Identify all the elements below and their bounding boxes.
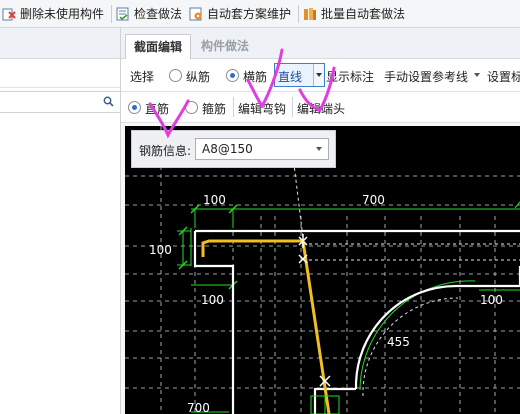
dimension-text: 100 [201,293,224,307]
chevron-down-icon[interactable] [316,147,322,151]
edit-hook-button[interactable]: 编辑弯钩 [238,100,286,117]
delete-unused-label: 删除未使用构件 [20,7,105,21]
dimension-lines [177,201,520,413]
straight-rebar-label: 直筋 [145,102,170,116]
auto-scheme-icon [189,7,202,20]
dimension-text: 100 [480,293,503,307]
search-icon[interactable] [103,96,114,107]
transverse-rebar-radio[interactable] [226,69,239,82]
search-input[interactable] [0,91,120,113]
check-method-button[interactable]: 检查做法 [114,0,187,27]
rebar-info-dropdown[interactable]: A8@150 [195,138,329,160]
edit-end-button[interactable]: 编辑端头 [297,100,345,117]
edit-toolbar-row-2: 直筋 箍筋 编辑弯钩 编辑端头 [121,92,520,123]
delete-unused-button[interactable]: 删除未使用构件 [0,0,109,27]
dimension-text: 100 [149,243,172,257]
rebar-dashed-trace [292,155,520,397]
editor-tabs: 截面编辑 构件做法 [121,28,520,59]
stirrup-label: 箍筋 [202,102,227,116]
select-button[interactable]: 选择 [130,68,154,85]
dimension-text: 100 [203,193,226,207]
left-panel-toolbar [0,59,120,88]
longitudinal-rebar-label: 纵筋 [186,70,211,84]
batch-auto-label: 批量自动套做法 [321,7,406,21]
rebar-info-label: 钢筋信息: [139,144,192,158]
tab-section-edit[interactable]: 截面编辑 [125,34,192,59]
auto-scheme-label: 自动套方案维护 [207,7,292,21]
section-drawing-canvas[interactable]: 100 700 100 100 100 455 700 钢筋信息: A8@150 [125,126,520,414]
section-editor-panel: 截面编辑 构件做法 选择 纵筋 横筋 直线 显示标注 手动设置参考线 设置标 直… [121,28,520,414]
toolbar-divider [111,4,113,23]
dimension-ticks [178,204,238,290]
check-method-label: 检查做法 [134,7,183,21]
left-panel [0,28,121,414]
section-outline [193,229,520,414]
edit-toolbar-row-1: 选择 纵筋 横筋 直线 显示标注 手动设置参考线 设置标 [121,59,520,92]
chevron-down-icon[interactable] [313,64,324,86]
manual-reference-line-button[interactable]: 手动设置参考线 [384,68,468,85]
line-type-value: 直线 [278,70,303,84]
top-toolbar: 删除未使用构件 检查做法 自动套方案维护 批量自动套做法 [0,0,520,28]
rebar-info-value: A8@150 [202,142,253,156]
toolbar-divider [292,97,293,117]
toolbar-divider [298,4,300,23]
line-type-dropdown[interactable]: 直线 [274,63,325,87]
straight-rebar-radio[interactable] [128,101,141,114]
dimension-text: 455 [387,335,410,349]
left-panel-header [0,28,120,59]
batch-auto-icon [304,7,317,20]
batch-auto-button[interactable]: 批量自动套做法 [301,0,410,27]
rebar-info-panel: 钢筋信息: A8@150 [131,130,336,168]
dimension-text: 700 [362,193,385,207]
toolbar-divider [233,97,234,117]
settings-button[interactable]: 设置标 [487,68,520,85]
delete-unused-icon [2,8,16,20]
check-method-icon [116,7,129,20]
chevron-down-icon[interactable] [474,73,480,77]
show-annotation-button[interactable]: 显示标注 [326,68,374,85]
stirrup-radio[interactable] [185,101,198,114]
tab-component-method[interactable]: 构件做法 [193,34,257,58]
longitudinal-rebar-radio[interactable] [169,69,182,82]
dimension-text: 700 [187,401,210,414]
auto-scheme-button[interactable]: 自动套方案维护 [187,0,296,27]
transverse-rebar-label: 横筋 [243,70,268,84]
